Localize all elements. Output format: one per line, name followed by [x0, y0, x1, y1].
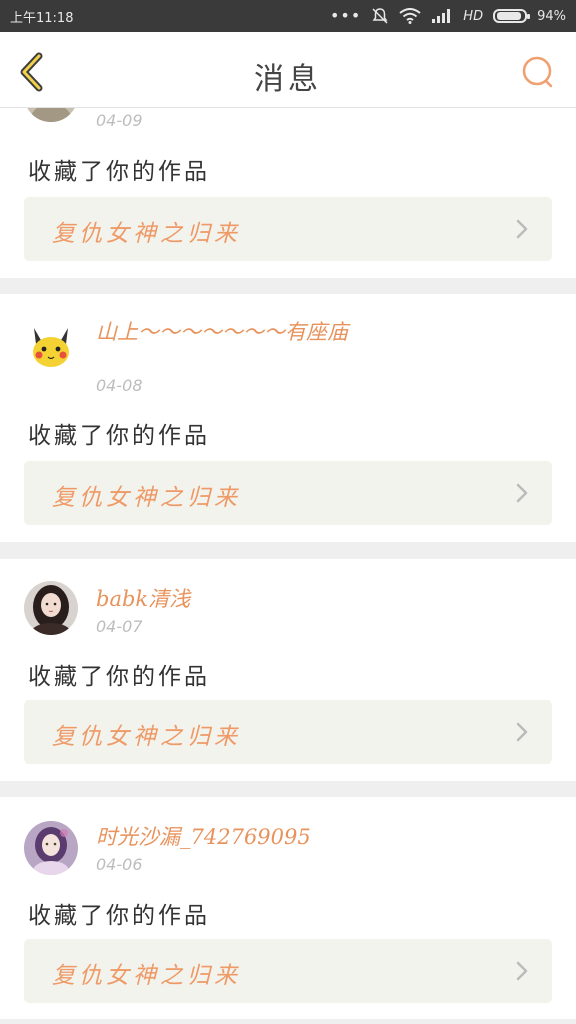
chevron-right-icon — [516, 961, 528, 981]
notification-action: 收藏了你的作品 — [28, 423, 210, 449]
network-type: HD — [463, 8, 484, 24]
username[interactable]: 山上～～～～～～～有座庙 — [96, 318, 366, 346]
search-icon — [522, 56, 553, 88]
avatar[interactable] — [24, 581, 78, 635]
work-title: 复仇女神之归来 — [52, 963, 241, 989]
battery-percent: 94% — [537, 8, 566, 24]
signal-icon — [432, 9, 451, 23]
mute-bell-icon — [372, 8, 388, 24]
notification-card: 山上～～～～～～～有座庙 04-08 收藏了你的作品 复仇女神之归来 — [0, 294, 576, 542]
notification-action: 收藏了你的作品 — [28, 159, 210, 185]
girl-photo-avatar-icon — [24, 581, 78, 635]
notification-card: babk清浅 04-07 收藏了你的作品 复仇女神之归来 — [0, 559, 576, 781]
notification-date: 04-09 — [96, 111, 143, 130]
status-bar: 上午11:18 ••• HD 94% — [0, 0, 576, 32]
battery-icon — [493, 9, 531, 23]
avatar[interactable] — [24, 320, 78, 374]
work-title: 复仇女神之归来 — [52, 485, 241, 511]
search-button[interactable] — [520, 54, 556, 90]
notification-card: 时光沙漏_742769095 04-06 收藏了你的作品 复仇女神之归来 — [0, 797, 576, 1019]
pikachu-avatar-icon — [24, 320, 78, 374]
work-link[interactable]: 复仇女神之归来 — [24, 197, 552, 261]
notification-date: 04-08 — [96, 376, 143, 395]
work-link[interactable]: 复仇女神之归来 — [24, 700, 552, 764]
username[interactable]: 时光沙漏_742769095 — [96, 823, 376, 851]
notification-date: 04-07 — [96, 617, 143, 636]
status-time: 上午11:18 — [10, 10, 74, 26]
work-title: 复仇女神之归来 — [52, 724, 241, 750]
chevron-right-icon — [516, 483, 528, 503]
wifi-icon — [399, 8, 421, 24]
chevron-right-icon — [516, 219, 528, 239]
user-avatar-icon — [27, 108, 75, 122]
more-dots-icon: ••• — [329, 6, 362, 25]
work-link[interactable]: 复仇女神之归来 — [24, 461, 552, 525]
chevron-right-icon — [516, 722, 528, 742]
notification-feed[interactable]: 04-09 收藏了你的作品 复仇女神之归来 山上～～～～～～～有座庙 04-08… — [0, 108, 576, 1024]
notification-action: 收藏了你的作品 — [28, 903, 210, 929]
notification-action: 收藏了你的作品 — [28, 664, 210, 690]
avatar[interactable] — [24, 821, 78, 875]
app-header: 消息 — [0, 32, 576, 108]
status-icons: ••• HD 94% — [330, 7, 566, 25]
work-title: 复仇女神之归来 — [52, 221, 241, 247]
notification-card: 04-09 收藏了你的作品 复仇女神之归来 — [0, 108, 576, 278]
work-link[interactable]: 复仇女神之归来 — [24, 939, 552, 1003]
anime-girl-avatar-icon — [24, 821, 78, 875]
page-title: 消息 — [254, 62, 322, 97]
notification-date: 04-06 — [96, 855, 143, 874]
username[interactable]: babk清浅 — [96, 585, 376, 613]
avatar[interactable] — [24, 108, 78, 122]
